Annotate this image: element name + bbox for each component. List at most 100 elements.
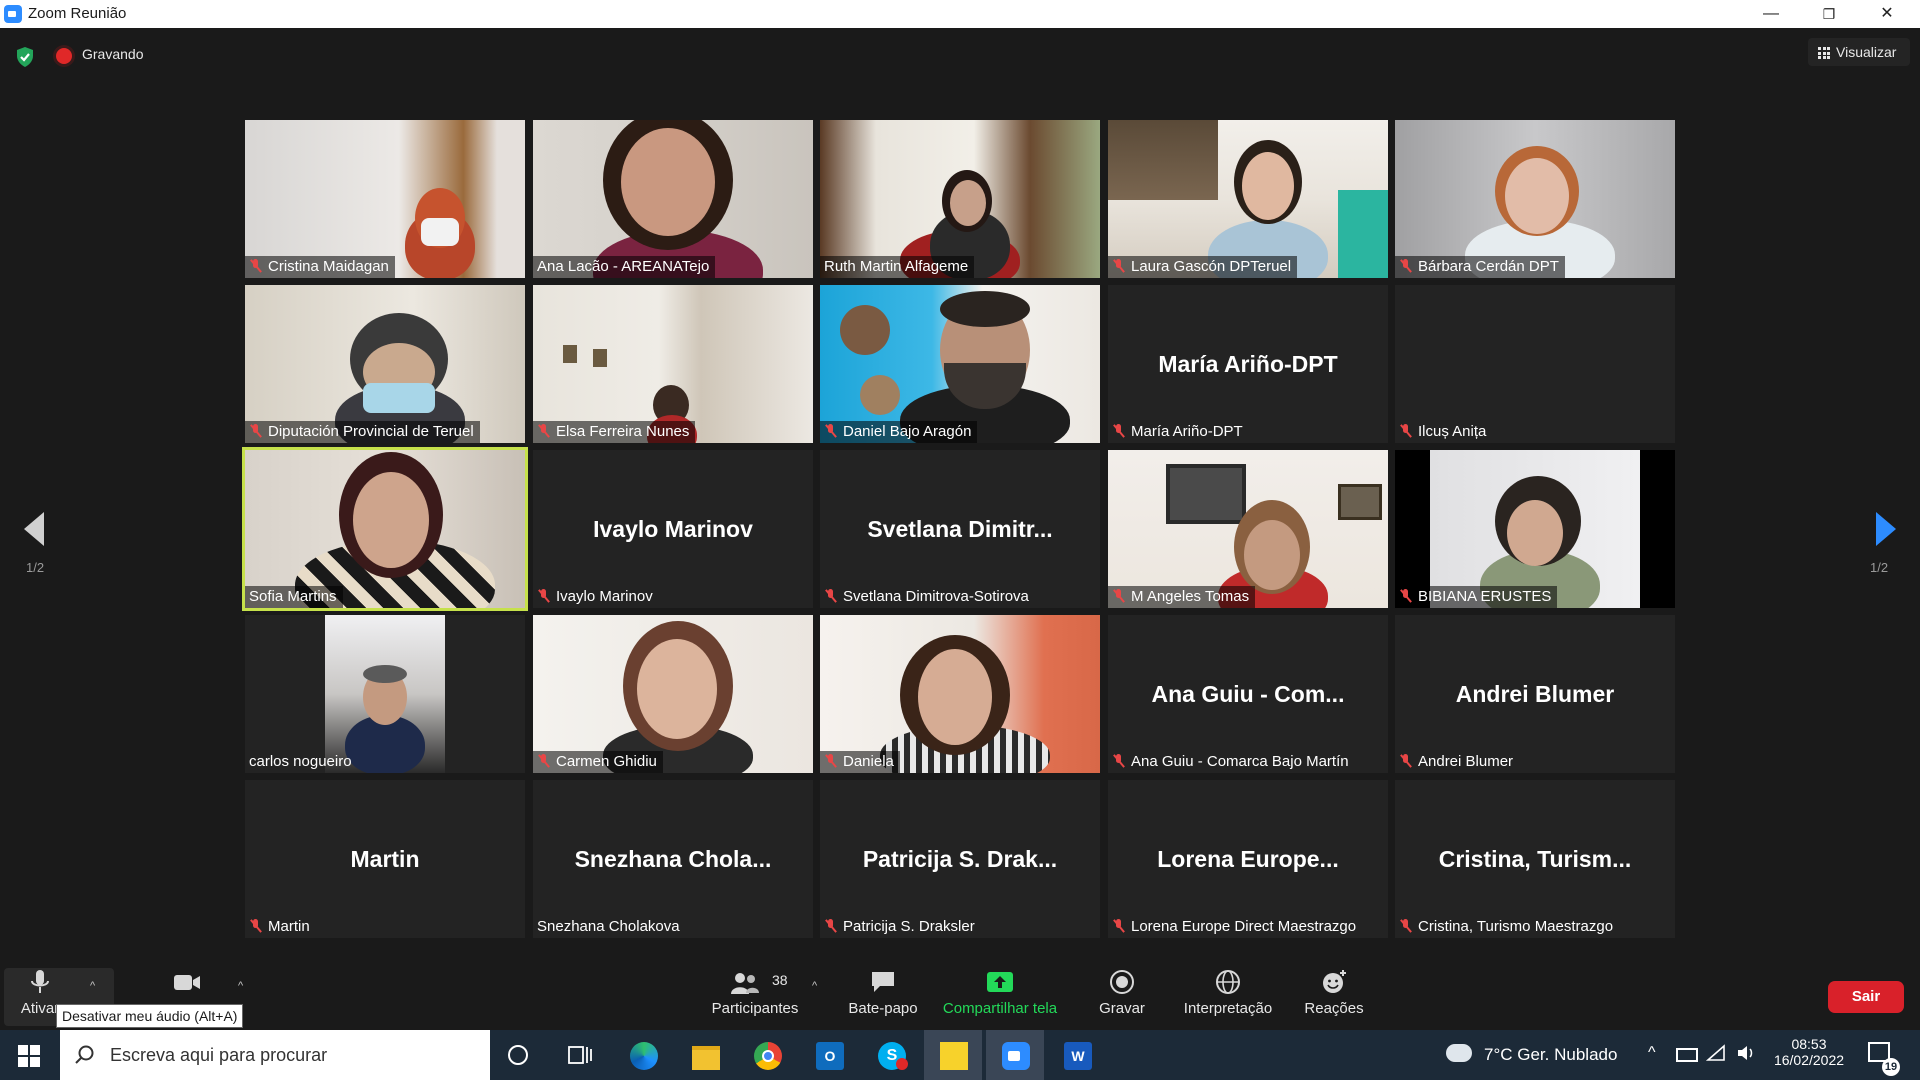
video-tile[interactable]: Diputación Provincial de Teruel (245, 285, 525, 443)
participant-name-tag: Snezhana Cholakova (537, 918, 680, 935)
video-tile[interactable]: Daniel Bajo Aragón (820, 285, 1100, 443)
weather-text[interactable]: 7°C Ger. Nublado (1484, 1045, 1617, 1065)
video-tile[interactable]: Ana Guiu - Com... Ana Guiu - Comarca Baj… (1108, 615, 1388, 773)
video-tile[interactable]: Martin Martin (245, 780, 525, 938)
participant-display-name: Cristina, Turism... (1438, 846, 1632, 872)
battery-icon[interactable] (1676, 1048, 1698, 1062)
participant-name-tag: Ana Lacão - AREANATejo (533, 256, 716, 278)
record-label: Gravar (1099, 1000, 1145, 1017)
share-screen-button[interactable]: Compartilhar tela (935, 968, 1065, 1017)
video-tile[interactable]: Ilcuș Anița (1395, 285, 1675, 443)
mic-muted-icon (1112, 589, 1126, 603)
page-indicator-right: 1/2 (1870, 560, 1889, 575)
video-tile[interactable]: Andrei Blumer Andrei Blumer (1395, 615, 1675, 773)
video-tile[interactable]: Elsa Ferreira Nunes (533, 285, 813, 443)
video-options-chevron-icon[interactable]: ^ (238, 980, 243, 992)
windows-start-icon[interactable] (18, 1045, 40, 1067)
participant-name-tag: Diputación Provincial de Teruel (245, 421, 480, 443)
participant-head (1505, 158, 1569, 234)
mic-muted-icon (824, 754, 838, 768)
participant-head (1242, 152, 1294, 220)
outlook-icon[interactable]: O (810, 1036, 850, 1076)
participants-button[interactable]: 38 Participantes (700, 968, 810, 1017)
grid-icon (1818, 47, 1830, 60)
minimize-button[interactable]: — (1748, 0, 1794, 28)
task-view-icon[interactable] (568, 1044, 592, 1066)
video-feed (245, 120, 525, 278)
participants-options-chevron-icon[interactable]: ^ (812, 980, 817, 992)
word-icon[interactable]: W (1058, 1036, 1098, 1076)
audio-label: Ativar (20, 1000, 60, 1017)
video-tile[interactable]: BIBIANA ERUSTES (1395, 450, 1675, 608)
video-tile[interactable]: Ivaylo Marinov Ivaylo Marinov (533, 450, 813, 608)
leave-meeting-button[interactable]: Sair (1828, 981, 1904, 1013)
skype-icon[interactable]: S (872, 1036, 912, 1076)
audio-options-chevron-icon[interactable]: ^ (90, 980, 95, 992)
previous-page-arrow-icon[interactable] (24, 512, 44, 546)
chat-button[interactable]: Bate-papo (838, 968, 928, 1017)
sticky-notes-icon[interactable] (934, 1036, 974, 1076)
video-tile-active-speaker[interactable]: Sofia Martins (242, 447, 528, 611)
participant-name-tag: BIBIANA ERUSTES (1395, 586, 1558, 608)
mic-muted-icon (1399, 919, 1413, 933)
video-tile[interactable]: Lorena Europe... Lorena Europe Direct Ma… (1108, 780, 1388, 938)
video-tile[interactable]: Svetlana Dimitr... Svetlana Dimitrova-So… (820, 450, 1100, 608)
video-tile[interactable]: Cristina Maidagan (245, 120, 525, 278)
search-icon (75, 1045, 94, 1064)
video-tile[interactable]: Laura Gascón DPTeruel (1108, 120, 1388, 278)
meeting-top-bar (0, 28, 1920, 80)
participant-name-tag: Elsa Ferreira Nunes (533, 421, 696, 443)
close-button[interactable]: ✕ (1864, 0, 1910, 28)
video-tile[interactable]: M Angeles Tomas (1108, 450, 1388, 608)
participant-display-name: Patricija S. Drak... (862, 846, 1058, 872)
participant-name-tag: Cristina Maidagan (245, 256, 395, 278)
shelf (1108, 120, 1218, 200)
participant-display-name: Andrei Blumer (1455, 681, 1615, 707)
next-page-arrow-icon[interactable] (1876, 512, 1896, 546)
mic-muted-icon (249, 919, 263, 933)
share-screen-icon (987, 972, 1013, 992)
edge-icon[interactable] (624, 1036, 664, 1076)
record-button[interactable]: Gravar (1082, 968, 1162, 1017)
mic-muted-icon (824, 919, 838, 933)
wifi-icon[interactable] (1706, 1044, 1726, 1062)
video-tile[interactable]: Bárbara Cerdán DPT (1395, 120, 1675, 278)
clock[interactable]: 08:53 16/02/2022 (1770, 1036, 1848, 1068)
zoom-taskbar-icon[interactable] (996, 1036, 1036, 1076)
participant-name-tag: M Angeles Tomas (1108, 586, 1256, 608)
show-hidden-icons-chevron-icon[interactable]: ^ (1648, 1044, 1656, 1062)
participant-hair (940, 291, 1030, 327)
video-tile[interactable]: Patricija S. Drak... Patricija S. Draksl… (820, 780, 1100, 938)
participant-head (621, 128, 715, 236)
cortana-icon[interactable] (508, 1045, 528, 1065)
video-tile[interactable]: Ruth Martin Alfageme (820, 120, 1100, 278)
video-tile[interactable]: María Ariño-DPT María Ariño-DPT (1108, 285, 1388, 443)
chat-bubble-icon (872, 972, 894, 992)
participant-name-tag: Cristina, Turismo Maestrazgo (1395, 916, 1619, 938)
restore-button[interactable]: ❐ (1806, 0, 1852, 28)
video-tile[interactable]: Snezhana Chola... Snezhana Cholakova (533, 780, 813, 938)
mic-muted-icon (1399, 589, 1413, 603)
participant-head (1507, 500, 1563, 566)
face-mask (363, 383, 435, 413)
volume-icon[interactable] (1736, 1044, 1756, 1062)
video-button[interactable] (162, 968, 212, 1000)
participants-label: Participantes (711, 1000, 799, 1017)
video-tile[interactable]: Cristina, Turism... Cristina, Turismo Ma… (1395, 780, 1675, 938)
view-button[interactable]: Visualizar (1808, 38, 1910, 66)
mic-muted-icon (1399, 754, 1413, 768)
video-tile[interactable]: Ana Lacão - AREANATejo (533, 120, 813, 278)
participant-display-name: Ana Guiu - Com... (1151, 681, 1345, 707)
chrome-icon[interactable] (748, 1036, 788, 1076)
video-tile[interactable]: Carmen Ghidiu (533, 615, 813, 773)
weather-cloud-icon[interactable] (1446, 1044, 1472, 1062)
interpretation-button[interactable]: Interpretação (1178, 968, 1278, 1017)
reactions-button[interactable]: Reações (1294, 968, 1374, 1017)
file-explorer-icon[interactable] (686, 1036, 726, 1076)
mic-muted-icon (1112, 259, 1126, 273)
participant-name-tag: Ruth Martin Alfageme (820, 256, 975, 278)
video-tile[interactable]: carlos nogueiro (245, 615, 525, 773)
participant-name-tag: Andrei Blumer (1395, 751, 1519, 773)
video-tile[interactable]: Daniela (820, 615, 1100, 773)
shield-check-icon[interactable] (14, 46, 36, 68)
